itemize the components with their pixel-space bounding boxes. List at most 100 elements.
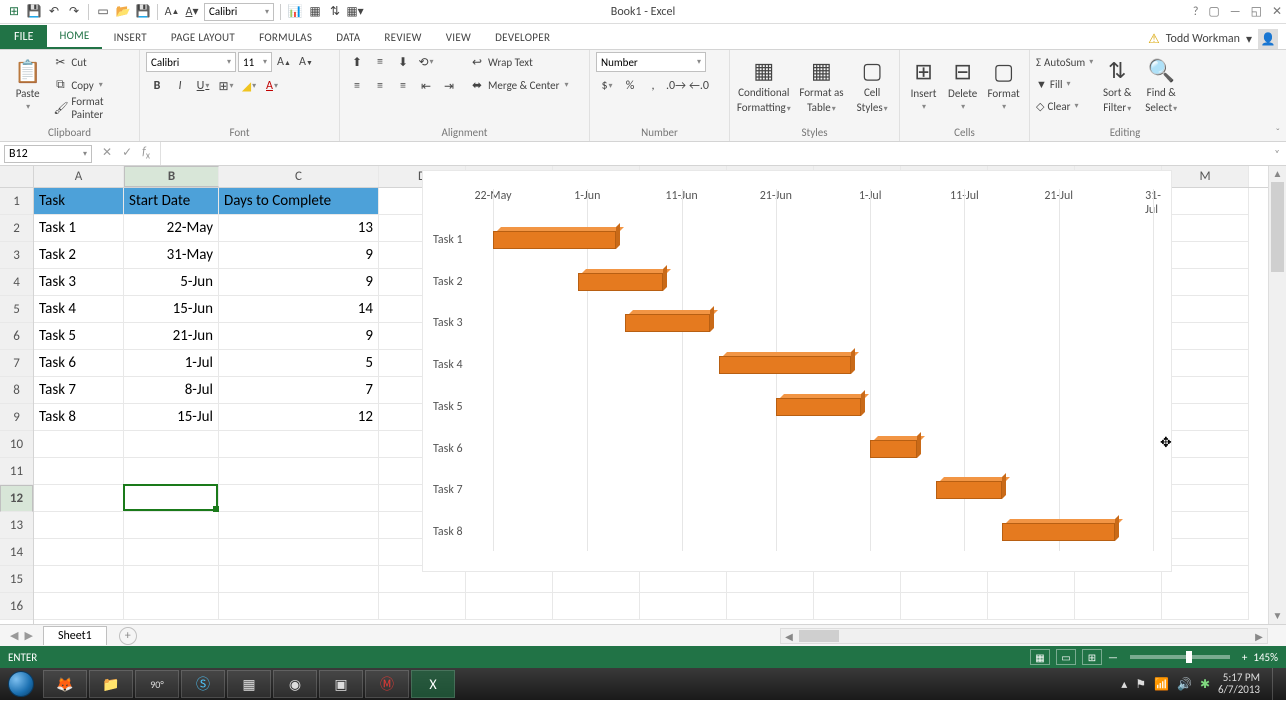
cell[interactable]: 1-Jul <box>124 350 219 377</box>
font-size-select[interactable]: 11▾ <box>238 52 272 72</box>
cell[interactable] <box>1075 593 1162 620</box>
cell[interactable] <box>34 539 124 566</box>
column-header[interactable]: C <box>219 166 379 187</box>
filter-icon[interactable]: ▦ <box>307 4 323 20</box>
tab-developer[interactable]: DEVELOPER <box>483 26 562 49</box>
start-button[interactable] <box>0 668 42 700</box>
format-painter-button[interactable]: 🖌Format Painter <box>53 98 133 118</box>
paste-button[interactable]: 📋 Paste▾ <box>6 52 49 118</box>
row-header[interactable]: 5 <box>0 296 33 323</box>
zoom-in-button[interactable]: + <box>1242 651 1247 664</box>
taskbar-skype[interactable]: Ⓢ <box>181 670 225 698</box>
add-sheet-button[interactable]: + <box>119 627 137 645</box>
cell[interactable] <box>1162 458 1249 485</box>
cell[interactable] <box>1162 269 1249 296</box>
cell[interactable]: 7 <box>219 377 379 404</box>
row-header[interactable]: 13 <box>0 512 33 539</box>
column-header[interactable]: M <box>1162 166 1249 187</box>
cell[interactable] <box>1162 188 1249 215</box>
expand-formula-bar-icon[interactable]: ˅ <box>1268 147 1286 160</box>
qat-font-select[interactable]: Calibri▾ <box>204 3 274 21</box>
cell[interactable] <box>34 593 124 620</box>
collapse-ribbon-icon[interactable]: ˇ <box>1276 126 1280 139</box>
cell[interactable] <box>34 458 124 485</box>
align-right-button[interactable]: ≡ <box>392 76 414 96</box>
tab-insert[interactable]: INSERT <box>102 26 159 49</box>
grow-font-button[interactable]: A▲ <box>274 52 294 72</box>
taskbar-app1[interactable]: ▦ <box>227 670 271 698</box>
cell[interactable]: 9 <box>219 242 379 269</box>
cell[interactable] <box>34 566 124 593</box>
ribbon-options-icon[interactable]: ▢ <box>1208 4 1219 19</box>
taskbar-firefox[interactable]: 🦊 <box>43 670 87 698</box>
font-color-icon[interactable]: A▾ <box>184 4 200 20</box>
cell[interactable] <box>1162 512 1249 539</box>
taskbar-mcafee[interactable]: Ⓜ <box>365 670 409 698</box>
cell[interactable]: 21-Jun <box>124 323 219 350</box>
cell[interactable] <box>1162 485 1249 512</box>
cell[interactable]: Start Date <box>124 188 219 215</box>
cell[interactable] <box>1162 242 1249 269</box>
taskbar-app3[interactable]: ▣ <box>319 670 363 698</box>
normal-view-button[interactable]: ▦ <box>1030 649 1050 665</box>
sort-icon[interactable]: ⇅ <box>327 4 343 20</box>
merge-center-button[interactable]: ⬌Merge & Center▾ <box>470 75 569 95</box>
save-icon[interactable]: 💾 <box>26 4 42 20</box>
zoom-level[interactable]: 145% <box>1253 651 1278 664</box>
cell[interactable]: 8-Jul <box>124 377 219 404</box>
column-header[interactable]: A <box>34 166 124 187</box>
show-desktop-button[interactable] <box>1272 668 1282 700</box>
cell[interactable] <box>727 593 814 620</box>
percent-button[interactable]: % <box>619 76 641 96</box>
copy-button[interactable]: ⧉Copy▾ <box>53 75 133 95</box>
wrap-text-button[interactable]: ↩Wrap Text <box>470 52 569 72</box>
cell[interactable] <box>988 593 1075 620</box>
cell[interactable]: Task 2 <box>34 242 124 269</box>
system-clock[interactable]: 5:17 PM 6/7/2013 <box>1218 672 1260 696</box>
cell[interactable] <box>219 566 379 593</box>
font-name-select[interactable]: Calibri▾ <box>146 52 236 72</box>
cell[interactable]: 9 <box>219 323 379 350</box>
cell[interactable] <box>1162 215 1249 242</box>
formula-input[interactable] <box>160 142 1268 165</box>
cell[interactable] <box>219 539 379 566</box>
cell[interactable]: 5-Jun <box>124 269 219 296</box>
chart-bar[interactable] <box>870 440 917 458</box>
page-layout-view-button[interactable]: ▭ <box>1056 649 1076 665</box>
cell[interactable] <box>219 458 379 485</box>
cell-styles-button[interactable]: ▢CellStyles▾ <box>851 52 893 118</box>
cell[interactable]: 15-Jul <box>124 404 219 431</box>
cell[interactable]: Task 4 <box>34 296 124 323</box>
font-color-button[interactable]: A▾ <box>261 76 283 96</box>
undo-icon[interactable]: ↶ <box>46 4 62 20</box>
close-icon[interactable]: ✕ <box>1272 4 1282 19</box>
cell[interactable] <box>219 512 379 539</box>
fx-icon[interactable]: fx <box>142 145 150 161</box>
font-grow-icon[interactable]: A▲ <box>164 4 180 20</box>
new-icon[interactable]: ▭ <box>95 4 111 20</box>
row-header[interactable]: 6 <box>0 323 33 350</box>
cell[interactable] <box>34 485 124 512</box>
cell[interactable]: Task 7 <box>34 377 124 404</box>
row-header[interactable]: 10 <box>0 431 33 458</box>
row-header[interactable]: 9 <box>0 404 33 431</box>
cell[interactable] <box>1162 377 1249 404</box>
chart-bar[interactable] <box>776 398 861 416</box>
autosum-button[interactable]: ΣAutoSum▾ <box>1036 52 1093 72</box>
zoom-slider[interactable] <box>1130 655 1230 659</box>
italic-button[interactable]: I <box>169 76 191 96</box>
sort-filter-button[interactable]: ⇅Sort &Filter▾ <box>1097 52 1137 118</box>
cell[interactable] <box>1162 566 1249 593</box>
align-middle-button[interactable]: ≡ <box>369 52 391 72</box>
align-left-button[interactable]: ≡ <box>346 76 368 96</box>
cell[interactable]: Task 1 <box>34 215 124 242</box>
save2-icon[interactable]: 💾 <box>135 4 151 20</box>
chart-bar[interactable] <box>936 481 1002 499</box>
calc-icon[interactable]: ▦▾ <box>347 4 363 20</box>
cell[interactable] <box>379 593 466 620</box>
chart-bar[interactable] <box>625 314 710 332</box>
row-header[interactable]: 4 <box>0 269 33 296</box>
cell[interactable] <box>124 485 219 512</box>
row-header[interactable]: 7 <box>0 350 33 377</box>
shrink-font-button[interactable]: A▼ <box>296 52 316 72</box>
